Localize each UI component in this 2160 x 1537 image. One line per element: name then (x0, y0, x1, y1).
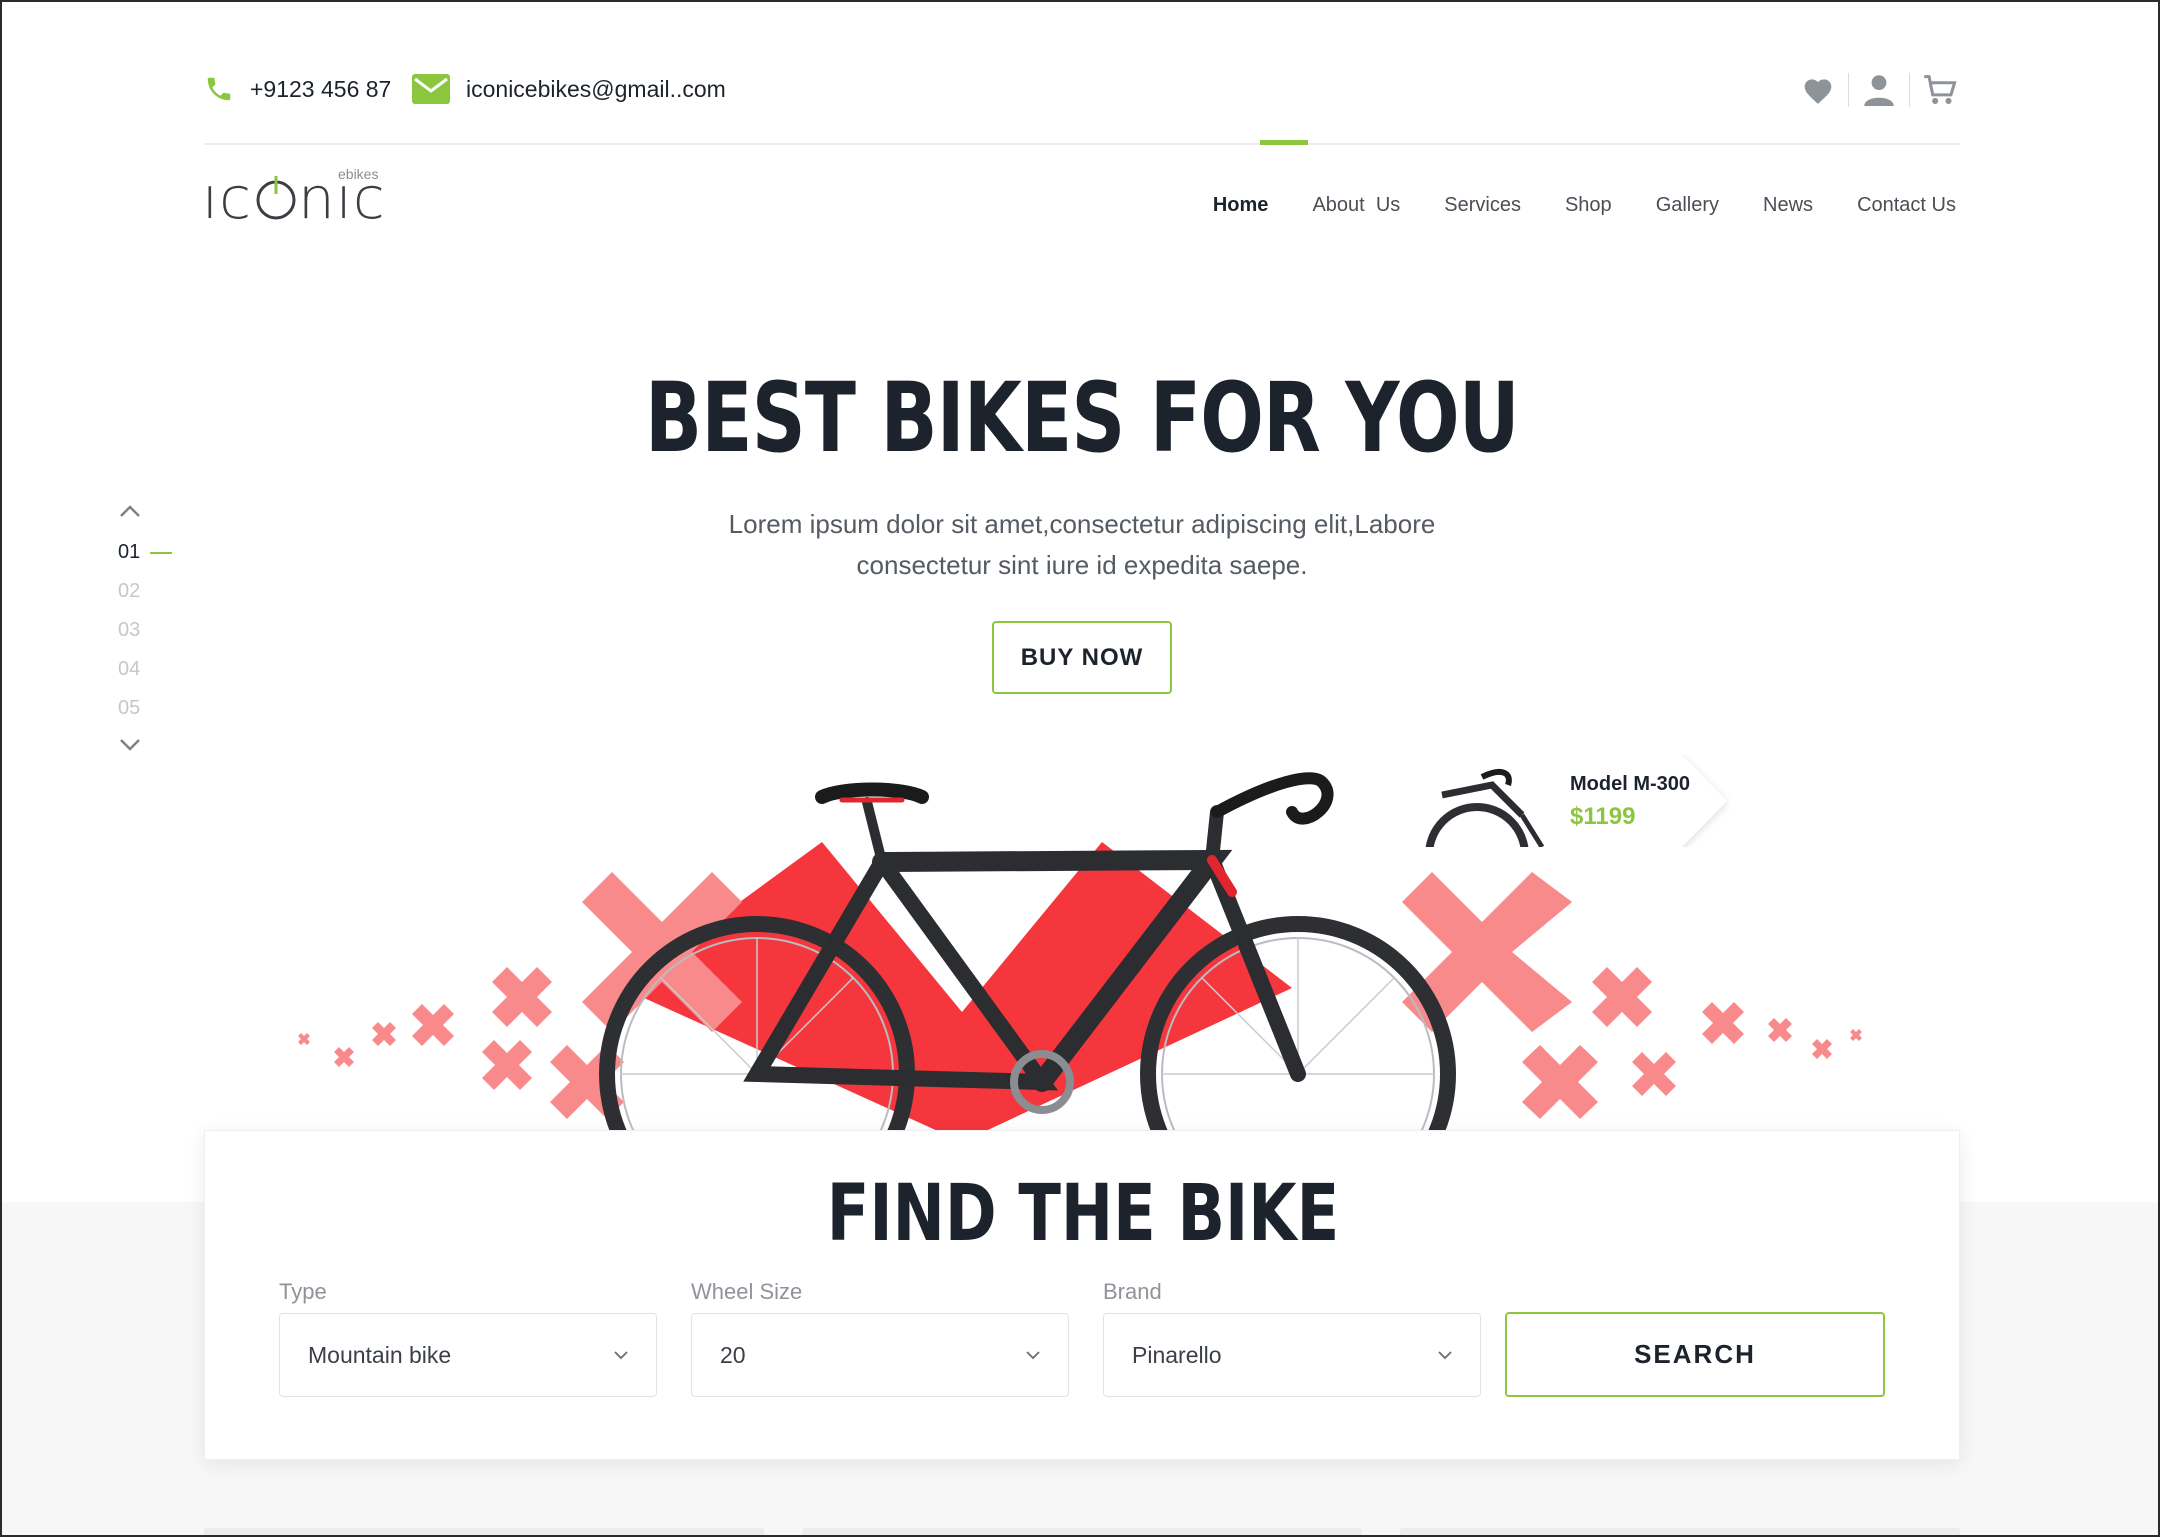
hero-title: BEST BIKES FOR YOU (645, 362, 1520, 474)
decorative-x-shapes-right (1402, 872, 1862, 1119)
slide-index-03[interactable]: 03 (118, 611, 198, 650)
nav-active-indicator (1260, 140, 1308, 145)
type-value: Mountain bike (308, 1341, 452, 1368)
cart-button[interactable] (1920, 70, 1960, 110)
icon-separator (1848, 73, 1849, 107)
nav-services[interactable]: Services (1444, 194, 1521, 217)
card-preview-2 (802, 1528, 1362, 1535)
type-label: Type (279, 1279, 327, 1304)
product-tag[interactable]: Model M-300 $1199 (1422, 755, 1742, 847)
wheel-size-value: 20 (720, 1341, 746, 1368)
nav-gallery[interactable]: Gallery (1656, 194, 1719, 217)
phone-contact[interactable]: +9123 456 87 (204, 74, 391, 104)
card-preview-3 (1400, 1528, 1960, 1535)
buy-now-button[interactable]: BUY NOW (992, 621, 1172, 694)
icon-separator (1909, 73, 1910, 107)
slide-index-04[interactable]: 04 (118, 650, 198, 689)
type-field: Type Mountain bike (279, 1279, 657, 1397)
top-contact-bar: +9123 456 87 iconicebikes@gmail..com (204, 64, 1960, 116)
utility-icons (1798, 70, 1960, 110)
main-nav: Home About Us Services Shop Gallery News… (1213, 194, 1956, 217)
header-divider (204, 143, 1960, 145)
product-model-name: Model M-300 (1570, 773, 1691, 795)
wishlist-button[interactable] (1798, 70, 1838, 110)
svg-text:ıc: ıc (202, 164, 252, 232)
slide-index-02[interactable]: 02 (118, 572, 198, 611)
chevron-down-icon[interactable] (118, 732, 142, 756)
slide-index-01[interactable]: 01 (118, 533, 198, 572)
mail-icon (412, 74, 450, 104)
slide-pager: 01 02 03 04 05 (118, 499, 198, 756)
brand-value: Pinarello (1132, 1341, 1222, 1368)
product-thumbnail (1425, 768, 1545, 847)
nav-about-us[interactable]: About Us (1312, 194, 1400, 217)
email-contact[interactable]: iconicebikes@gmail..com (412, 74, 726, 104)
brand-select[interactable]: Pinarello (1103, 1313, 1481, 1397)
wheel-size-select[interactable]: 20 (691, 1313, 1069, 1397)
brand-field: Brand Pinarello (1103, 1279, 1481, 1397)
chevron-down-icon (1438, 1351, 1452, 1360)
type-select[interactable]: Mountain bike (279, 1313, 657, 1397)
brand-label: Brand (1103, 1279, 1162, 1304)
phone-number: +9123 456 87 (250, 75, 392, 102)
cart-icon (1924, 75, 1957, 104)
nav-contact-us[interactable]: Contact Us (1857, 194, 1956, 217)
wheel-size-label: Wheel Size (691, 1279, 803, 1304)
slide-index-05[interactable]: 05 (118, 689, 198, 728)
page: +9123 456 87 iconicebikes@gmail..com ıc (0, 0, 2160, 1537)
phone-icon (207, 77, 231, 101)
search-button[interactable]: SEARCH (1505, 1312, 1885, 1397)
wheel-size-field: Wheel Size 20 (691, 1279, 1069, 1397)
card-preview-1 (204, 1528, 764, 1535)
chevron-down-icon (614, 1351, 628, 1360)
user-icon (1864, 75, 1894, 106)
nav-home[interactable]: Home (1213, 194, 1269, 217)
account-button[interactable] (1859, 70, 1899, 110)
nav-shop[interactable]: Shop (1565, 194, 1612, 217)
chevron-up-icon[interactable] (118, 499, 142, 523)
brand-logo[interactable]: ıc nıc ebikes (202, 162, 402, 234)
product-price: $1199 (1570, 803, 1636, 830)
logo-subtitle: ebikes (338, 166, 379, 182)
find-bike-title: FIND THE BIKE (826, 1169, 1340, 1259)
find-bike-panel: FIND THE BIKE Type Mountain bike Wheel S… (204, 1130, 1960, 1460)
hero-subtitle: Lorem ipsum dolor sit amet,consectetur a… (728, 509, 1436, 580)
chevron-down-icon (1026, 1351, 1040, 1360)
nav-news[interactable]: News (1763, 194, 1813, 217)
email-address: iconicebikes@gmail..com (466, 75, 726, 102)
heart-icon (1804, 79, 1832, 104)
